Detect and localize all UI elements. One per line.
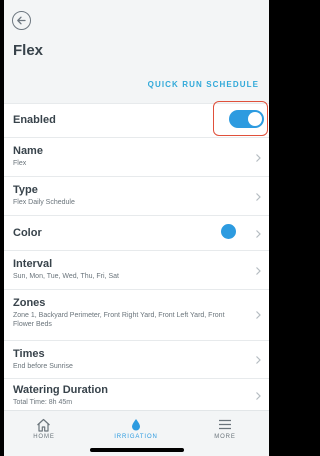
tab-more[interactable]: MORE [204, 411, 246, 456]
page-title: Flex [13, 42, 44, 59]
menu-icon [219, 419, 231, 430]
chevron-right-icon [256, 267, 261, 275]
times-label: Times [13, 348, 45, 360]
enabled-label: Enabled [13, 114, 56, 126]
type-row[interactable]: Type Flex Daily Schedule [4, 176, 269, 215]
home-indicator [90, 448, 184, 452]
zones-label: Zones [13, 297, 46, 309]
type-label: Type [13, 184, 38, 196]
chevron-right-icon [256, 230, 261, 238]
watering-duration-value: Total Time: 8h 45m [13, 399, 73, 406]
app-screen: Flex QUICK RUN SCHEDULE Enabled Name Fle… [4, 0, 269, 456]
interval-value: Sun, Mon, Tue, Wed, Thu, Fri, Sat [13, 273, 119, 280]
quick-run-schedule-button[interactable]: QUICK RUN SCHEDULE [148, 80, 259, 89]
water-drop-icon [132, 419, 140, 431]
home-icon [37, 418, 50, 432]
color-label: Color [13, 227, 42, 239]
tab-home-label: HOME [33, 434, 55, 440]
name-label: Name [13, 145, 43, 157]
chevron-right-icon [256, 193, 261, 201]
zones-value: Zone 1, Backyard Perimeter, Front Right … [13, 312, 225, 328]
chevron-right-icon [256, 356, 261, 364]
arrow-left-icon [17, 16, 26, 25]
interval-label: Interval [13, 258, 53, 270]
highlight-box [213, 101, 268, 136]
name-value: Flex [13, 160, 27, 167]
zones-row[interactable]: Zones Zone 1, Backyard Perimeter, Front … [4, 289, 269, 340]
tab-more-label: MORE [214, 434, 236, 440]
watering-duration-row[interactable]: Watering Duration Total Time: 8h 45m [4, 378, 269, 410]
interval-row[interactable]: Interval Sun, Mon, Tue, Wed, Thu, Fri, S… [4, 250, 269, 289]
tab-irrigation-label: IRRIGATION [114, 434, 158, 440]
tab-home[interactable]: HOME [22, 411, 66, 456]
watering-duration-label: Watering Duration [13, 384, 108, 396]
chevron-right-icon [256, 311, 261, 319]
back-button[interactable] [12, 11, 31, 30]
times-row[interactable]: Times End before Sunrise [4, 340, 269, 378]
times-value: End before Sunrise [13, 363, 73, 370]
type-value: Flex Daily Schedule [13, 199, 75, 206]
color-swatch [221, 224, 236, 239]
chevron-right-icon [256, 154, 261, 162]
header: Flex QUICK RUN SCHEDULE [4, 0, 269, 103]
name-row[interactable]: Name Flex [4, 137, 269, 176]
chevron-right-icon [256, 392, 261, 400]
